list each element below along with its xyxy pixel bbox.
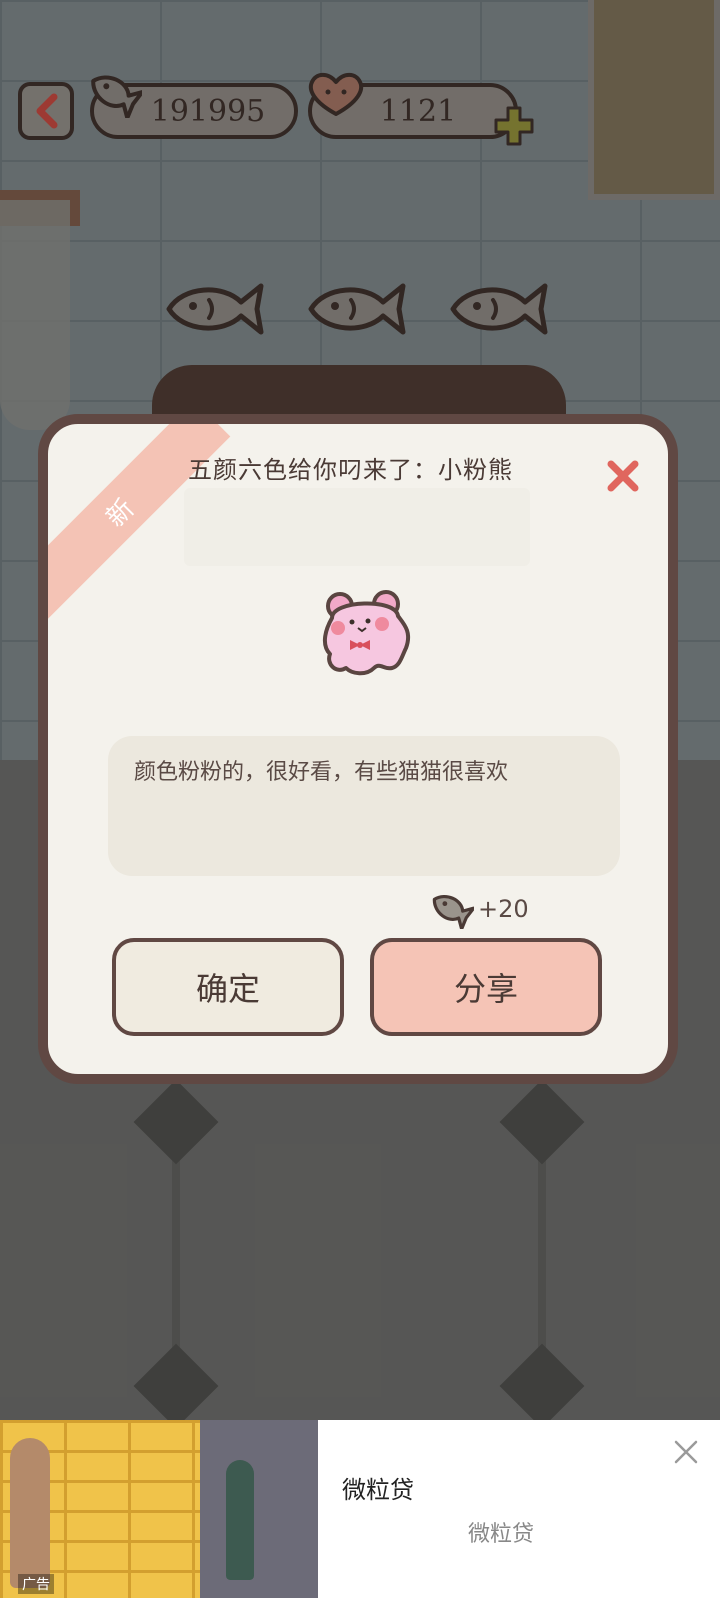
ad-image[interactable]: 广告 bbox=[0, 1420, 318, 1598]
reward-amount: +20 bbox=[478, 895, 529, 923]
close-icon[interactable] bbox=[672, 1438, 700, 1466]
reward-display: +20 bbox=[428, 886, 529, 932]
ad-banner[interactable]: 广告 微粒贷 微粒贷 bbox=[0, 1420, 720, 1598]
confirm-button[interactable]: 确定 bbox=[112, 938, 344, 1036]
share-button[interactable]: 分享 bbox=[370, 938, 602, 1036]
confirm-label: 确定 bbox=[195, 970, 260, 1008]
ad-image-person bbox=[10, 1438, 50, 1588]
pink-bear-icon bbox=[323, 590, 411, 676]
title-shade bbox=[184, 488, 530, 566]
ad-subtitle[interactable]: 微粒贷 bbox=[468, 1516, 534, 1548]
close-icon[interactable] bbox=[603, 456, 643, 496]
description-box: 颜色粉粉的，很好看，有些猫猫很喜欢 bbox=[108, 736, 620, 876]
ad-title[interactable]: 微粒贷 bbox=[342, 1470, 414, 1505]
new-item-dialog: 新 五颜六色给你叼来了：小粉熊 颜色粉粉的，很好看，有些猫猫很喜欢 +20 确定… bbox=[38, 414, 678, 1084]
share-label: 分享 bbox=[453, 970, 518, 1008]
ad-image-person bbox=[226, 1460, 254, 1580]
dialog-title: 五颜六色给你叼来了：小粉熊 bbox=[188, 456, 513, 484]
item-description: 颜色粉粉的，很好看，有些猫猫很喜欢 bbox=[134, 760, 509, 785]
fish-icon bbox=[432, 894, 474, 929]
ad-label: 广告 bbox=[18, 1574, 54, 1594]
new-badge-label: 新 bbox=[100, 493, 141, 533]
